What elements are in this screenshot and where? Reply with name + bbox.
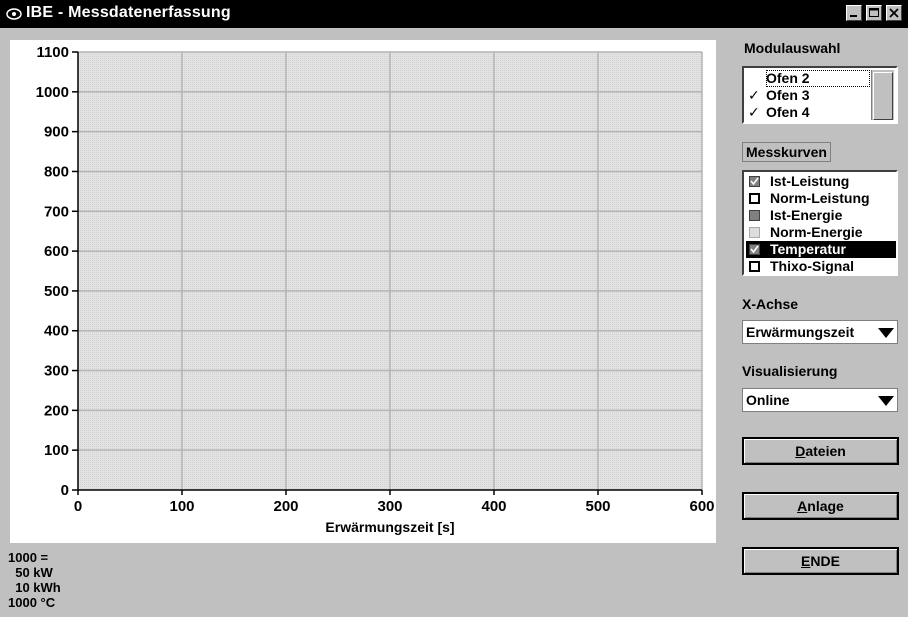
x-tick-label: 0	[74, 498, 82, 515]
messkurve-ist-energie[interactable]: Ist-Energie	[746, 207, 896, 224]
x-axis-title: Erwärmungszeit [s]	[325, 519, 454, 535]
dateien-button[interactable]: Dateien	[742, 437, 899, 465]
anlage-button[interactable]: Anlage	[742, 492, 899, 520]
y-tick-label: 900	[44, 124, 69, 141]
checkmark-icon: ✓	[748, 104, 760, 120]
minimize-icon	[850, 15, 857, 17]
y-tick-label: 1000	[36, 84, 69, 101]
title-bar[interactable]: IBE - Messdatenerfassung	[0, 0, 908, 28]
maximize-button[interactable]	[866, 5, 882, 21]
y-tick-label: 600	[44, 243, 69, 260]
maximize-icon	[869, 8, 879, 17]
close-icon	[889, 8, 899, 18]
dropdown-arrow-icon[interactable]	[878, 396, 894, 406]
messkurve-label: Norm-Leistung	[770, 190, 870, 206]
messkurve-norm-leistung[interactable]: Norm-Leistung	[746, 190, 896, 207]
scale-note-line: 1000 =	[8, 550, 49, 565]
checkbox-icon[interactable]	[749, 261, 760, 272]
x-tick-label: 200	[273, 498, 298, 515]
messkurve-norm-energie[interactable]: Norm-Energie	[746, 224, 896, 241]
x-tick-label: 300	[377, 498, 402, 515]
checkbox-icon[interactable]	[749, 176, 760, 187]
minimize-button[interactable]	[846, 5, 862, 21]
x-achse-dropdown[interactable]: Erwärmungszeit	[742, 320, 898, 344]
dropdown-arrow-icon[interactable]	[878, 328, 894, 338]
y-tick-label: 400	[44, 323, 69, 340]
messkurve-ist-leistung[interactable]: Ist-Leistung	[746, 173, 896, 190]
modul-item-label: Ofen 3	[766, 87, 810, 103]
modul-item-label: Ofen 2	[766, 70, 810, 86]
dateien-hotkey: D	[795, 443, 806, 459]
modulauswahl-scrollbar[interactable]	[871, 70, 894, 120]
checkbox-icon[interactable]	[749, 210, 760, 221]
checkbox-icon[interactable]	[749, 193, 760, 204]
y-tick-label: 300	[44, 363, 69, 380]
messkurve-label: Ist-Leistung	[770, 173, 850, 189]
scale-note-line: 10 kWh	[8, 580, 61, 595]
checkbox-icon[interactable]	[749, 244, 760, 255]
y-tick-label: 100	[44, 442, 69, 459]
scale-note: 1000 = 50 kW 10 kWh 1000 °C	[8, 550, 61, 610]
plot-panel: 0 100 200 300 400 500 600 700 800 900 1000 1100 0 100…	[10, 40, 716, 543]
messkurven-title: Messkurven	[742, 142, 831, 162]
modul-item-label: Ofen 4	[766, 104, 810, 120]
messkurve-label: Norm-Energie	[770, 224, 863, 240]
modulauswahl-list[interactable]: Ofen 2 ✓ Ofen 3 ✓ Ofen 4	[742, 66, 898, 124]
messkurve-thixo-signal[interactable]: Thixo-Signal	[746, 258, 896, 275]
x-tick-label: 400	[481, 498, 506, 515]
window-title: IBE - Messdatenerfassung	[26, 4, 231, 21]
y-tick-label: 800	[44, 163, 69, 180]
checkbox-icon[interactable]	[749, 227, 760, 238]
close-button[interactable]	[886, 5, 902, 21]
messkurven-list[interactable]: Ist-Leistung Norm-Leistung Ist-Energie N…	[742, 170, 898, 276]
modul-item-ofen-4[interactable]: ✓ Ofen 4	[748, 104, 810, 121]
y-tick-label: 700	[44, 203, 69, 220]
y-tick-label: 0	[61, 482, 69, 499]
ende-hotkey: E	[801, 553, 811, 569]
x-tick-label: 600	[689, 498, 714, 515]
visualisierung-value: Online	[746, 392, 790, 408]
x-achse-value: Erwärmungszeit	[746, 324, 855, 340]
ende-button[interactable]: ENDE	[742, 547, 899, 575]
checkmark-icon: ✓	[748, 87, 760, 103]
visualisierung-title: Visualisierung	[742, 363, 838, 379]
messkurve-label: Ist-Energie	[770, 207, 843, 223]
modulauswahl-title: Modulauswahl	[744, 40, 841, 56]
chart: 0 100 200 300 400 500 600 700 800 900 1000 1100 0 100…	[36, 44, 715, 535]
scale-note-line: 1000 °C	[8, 595, 56, 610]
x-tick-label: 100	[169, 498, 194, 515]
messkurve-label: Thixo-Signal	[770, 258, 854, 274]
y-tick-label: 1100	[36, 44, 69, 61]
scrollbar-thumb[interactable]	[873, 72, 893, 120]
anlage-label: nlage	[807, 498, 844, 514]
scale-note-line: 50 kW	[8, 565, 53, 580]
app-icon	[6, 8, 22, 20]
ende-label: NDE	[810, 553, 840, 569]
y-tick-label: 200	[44, 402, 69, 419]
x-achse-title: X-Achse	[742, 296, 799, 312]
messkurve-label: Temperatur	[770, 241, 846, 257]
x-tick-label: 500	[585, 498, 610, 515]
visualisierung-dropdown[interactable]: Online	[742, 388, 898, 412]
dateien-label: ateien	[805, 443, 846, 459]
y-tick-label: 500	[44, 283, 69, 300]
modul-item-ofen-3[interactable]: ✓ Ofen 3	[748, 87, 810, 104]
modul-item-ofen-2[interactable]: Ofen 2	[766, 70, 870, 87]
messkurve-temperatur[interactable]: Temperatur	[746, 241, 896, 258]
anlage-hotkey: A	[797, 498, 808, 514]
